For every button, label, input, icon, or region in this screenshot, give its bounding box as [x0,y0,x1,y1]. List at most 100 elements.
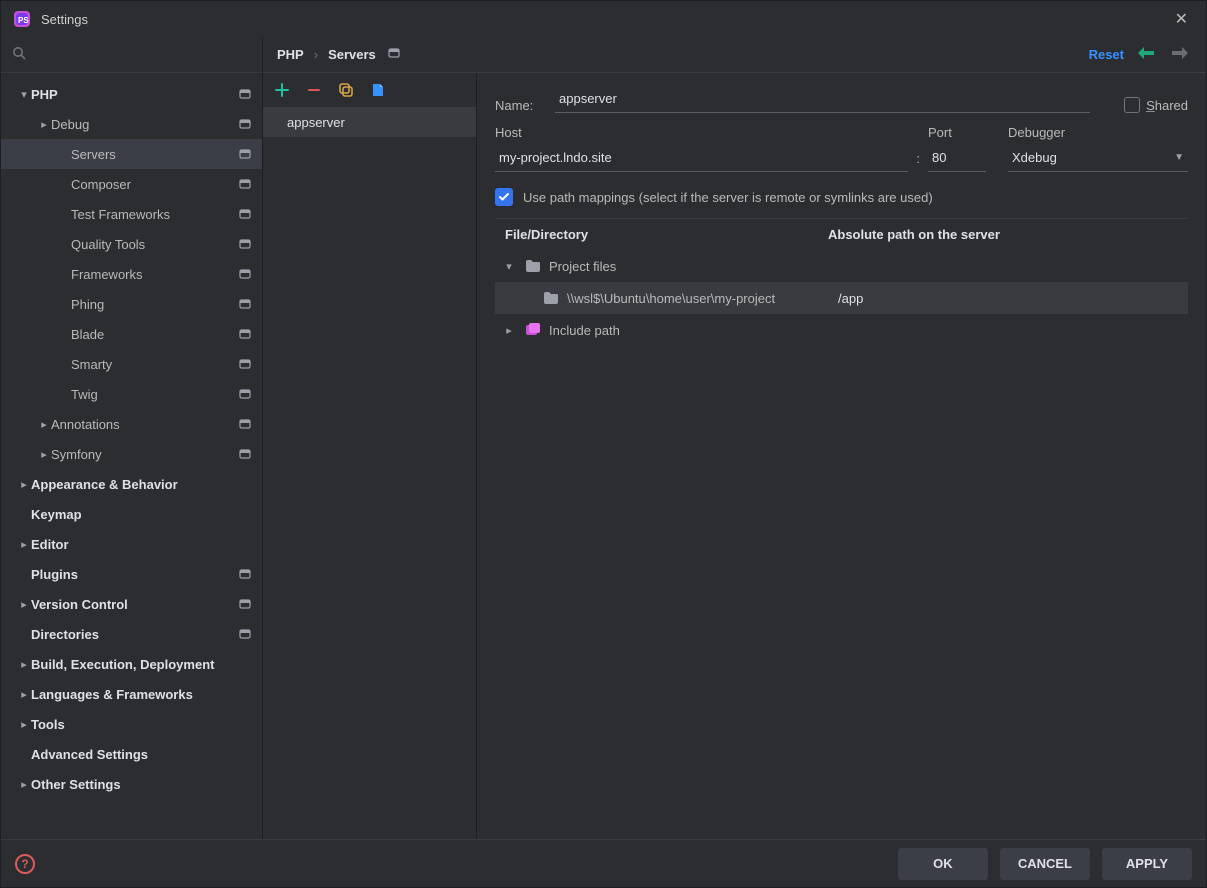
port-input[interactable] [928,144,986,172]
sidebar-item[interactable]: ▸Advanced Settings [1,739,262,769]
sidebar-item-label: Blade [71,327,232,342]
chevron-right-icon: ▸ [17,778,31,791]
sidebar-item[interactable]: ▸Other Settings [1,769,262,799]
sidebar-item-label: Advanced Settings [31,747,252,762]
include-path-row[interactable]: ▸ Include path [495,314,1188,346]
chevron-right-icon: ▸ [17,658,31,671]
sidebar-item[interactable]: ▸Version Control [1,589,262,619]
sidebar-item[interactable]: ▸Editor [1,529,262,559]
server-form: Name: Shared Host : Port [477,73,1206,839]
help-icon[interactable]: ? [15,854,35,874]
search-icon [11,45,27,64]
sidebar-item[interactable]: ▸Annotations [1,409,262,439]
sidebar-item[interactable]: ▸Phing [1,289,262,319]
sidebar-item-label: Servers [71,147,232,162]
sidebar-item[interactable]: ▸Test Frameworks [1,199,262,229]
use-path-mappings-label: Use path mappings (select if the server … [523,190,933,205]
debugger-value: Xdebug [1012,150,1057,165]
server-list-item[interactable]: appserver [263,107,476,137]
folder-icon [541,291,561,305]
copy-server-button[interactable] [337,81,355,99]
chevron-right-icon: ▸ [17,688,31,701]
sidebar-item-label: Phing [71,297,232,312]
svg-text:PS: PS [18,16,29,25]
name-input[interactable] [555,85,1090,113]
add-server-button[interactable] [273,81,291,99]
cancel-button[interactable]: CANCEL [1000,848,1090,880]
ok-button[interactable]: OK [898,848,988,880]
project-scope-icon [238,177,252,191]
include-path-label: Include path [549,323,620,338]
project-scope-icon [238,447,252,461]
sidebar-item-label: PHP [31,87,232,102]
sidebar-item[interactable]: ▸Appearance & Behavior [1,469,262,499]
project-files-label: Project files [549,259,616,274]
sidebar-item[interactable]: ▸Plugins [1,559,262,589]
debugger-label: Debugger [1008,125,1188,140]
sidebar-item-label: Version Control [31,597,232,612]
project-scope-icon [238,417,252,431]
sidebar-item[interactable]: ▸Keymap [1,499,262,529]
sidebar-item[interactable]: ▸Build, Execution, Deployment [1,649,262,679]
chevron-down-icon[interactable]: ▾ [501,260,517,273]
project-scope-icon [238,567,252,581]
settings-sidebar: ▾PHP▸Debug▸Servers▸Composer▸Test Framewo… [1,37,263,839]
column-file-directory: File/Directory [505,227,828,242]
sidebar-item-label: Twig [71,387,232,402]
use-path-mappings-checkbox[interactable] [495,188,513,206]
phpstorm-app-icon: PS [13,10,31,28]
chevron-right-icon: ▸ [37,418,51,431]
chevron-down-icon: ▾ [17,88,31,101]
checkbox-icon [1124,97,1140,113]
sidebar-item[interactable]: ▸Directories [1,619,262,649]
sidebar-item[interactable]: ▸Twig [1,379,262,409]
breadcrumb-current: Servers [328,47,376,62]
chevron-right-icon[interactable]: ▸ [501,324,517,337]
sidebar-item-label: Annotations [51,417,232,432]
sidebar-item-label: Languages & Frameworks [31,687,252,702]
breadcrumb-root[interactable]: PHP [277,47,304,62]
sidebar-item[interactable]: ▸Quality Tools [1,229,262,259]
mapping-row[interactable]: \\wsl$\Ubuntu\home\user\my-project /app [495,282,1188,314]
host-input[interactable] [495,144,908,172]
project-scope-icon [238,147,252,161]
server-list-panel: appserver [263,73,477,839]
server-list: appserver [263,107,476,839]
close-icon[interactable]: ✕ [1169,5,1194,33]
nav-forward-icon[interactable] [1168,46,1192,63]
chevron-right-icon: ▸ [17,718,31,731]
debugger-select[interactable]: Xdebug ▼ [1008,144,1188,172]
sidebar-item[interactable]: ▸Languages & Frameworks [1,679,262,709]
port-label: Port [928,125,986,140]
sidebar-item-label: Test Frameworks [71,207,232,222]
sidebar-item[interactable]: ▸Debug [1,109,262,139]
sidebar-item[interactable]: ▸Blade [1,319,262,349]
sidebar-item-label: Plugins [31,567,232,582]
sidebar-item[interactable]: ▸Smarty [1,349,262,379]
breadcrumb-bar: PHP › Servers Reset [263,37,1206,73]
reset-link[interactable]: Reset [1089,47,1124,62]
remove-server-button[interactable] [305,81,323,99]
apply-button[interactable]: APPLY [1102,848,1192,880]
sidebar-item[interactable]: ▾PHP [1,79,262,109]
sidebar-item[interactable]: ▸Composer [1,169,262,199]
sidebar-search[interactable] [1,37,262,73]
import-server-button[interactable] [369,81,387,99]
sidebar-item-label: Appearance & Behavior [31,477,252,492]
sidebar-item-label: Keymap [31,507,252,522]
shared-checkbox[interactable]: Shared [1124,97,1188,113]
sidebar-item[interactable]: ▸Servers [1,139,262,169]
sidebar-item-label: Debug [51,117,232,132]
remote-path[interactable]: /app [838,291,1188,306]
sidebar-item[interactable]: ▸Symfony [1,439,262,469]
project-files-row[interactable]: ▾ Project files [495,250,1188,282]
sidebar-item-label: Composer [71,177,232,192]
chevron-right-icon: › [314,47,318,62]
sidebar-item-label: Symfony [51,447,232,462]
sidebar-item[interactable]: ▸Tools [1,709,262,739]
project-scope-icon [238,207,252,221]
sidebar-item-label: Tools [31,717,252,732]
chevron-right-icon: ▸ [17,598,31,611]
nav-back-icon[interactable] [1134,46,1158,63]
sidebar-item[interactable]: ▸Frameworks [1,259,262,289]
